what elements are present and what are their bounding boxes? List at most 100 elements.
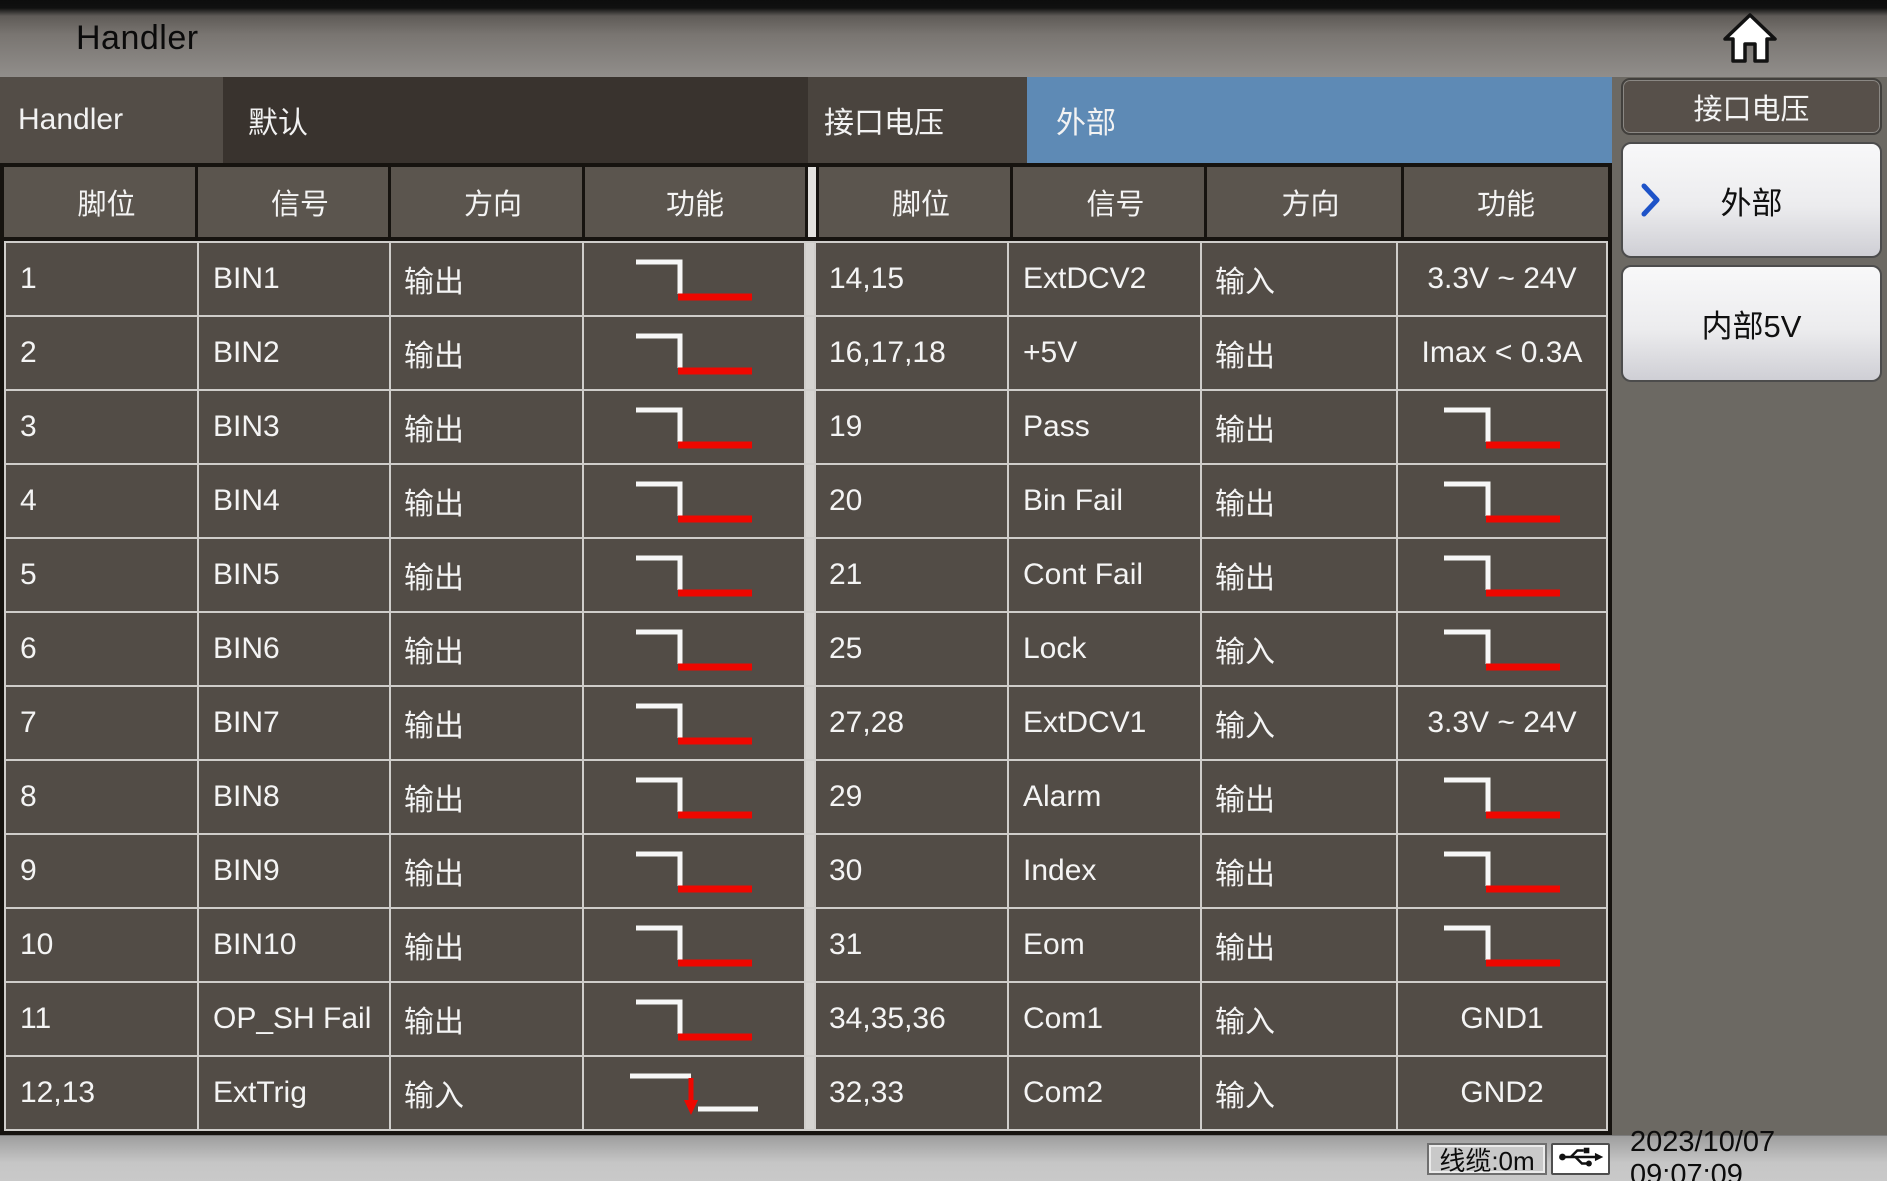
active-low-waveform-icon <box>1438 625 1566 673</box>
function-cell: GND2 <box>1398 1057 1606 1129</box>
direction-cell: 输入 <box>1202 243 1396 315</box>
column-header-direction: 方向 <box>391 167 582 237</box>
title-bar: Handler <box>0 0 1887 77</box>
pin-cell: 4 <box>6 465 197 537</box>
function-cell <box>584 983 804 1055</box>
active-low-waveform-icon <box>1438 921 1566 969</box>
pin-cell: 32,33 <box>816 1057 1007 1129</box>
function-cell <box>584 835 804 907</box>
direction-cell: 输出 <box>391 391 582 463</box>
pin-cell: 31 <box>816 909 1007 981</box>
direction-cell: 输入 <box>391 1057 582 1129</box>
sidebar-button-internal-5v[interactable]: 内部5V <box>1621 265 1882 382</box>
direction-cell: 输出 <box>1202 539 1396 611</box>
pin-cell: 7 <box>6 687 197 759</box>
column-header-signal: 信号 <box>198 167 388 237</box>
function-cell <box>584 761 804 833</box>
column-header-function: 功能 <box>585 167 805 237</box>
direction-cell: 输入 <box>1202 687 1396 759</box>
sidebar-button-label: 内部5V <box>1702 301 1802 346</box>
table-half-divider <box>806 835 814 907</box>
signal-cell: BIN10 <box>199 909 389 981</box>
direction-cell: 输出 <box>391 909 582 981</box>
signal-cell: Com1 <box>1009 983 1200 1055</box>
direction-cell: 输入 <box>1202 613 1396 685</box>
pin-cell: 11 <box>6 983 197 1055</box>
signal-cell: BIN5 <box>199 539 389 611</box>
sidebar-button-external[interactable]: 外部 <box>1621 142 1882 258</box>
pin-cell: 6 <box>6 613 197 685</box>
active-low-waveform-icon <box>630 773 758 821</box>
direction-cell: 输出 <box>391 243 582 315</box>
interface-voltage-label: 接口电压 <box>808 77 1027 163</box>
signal-cell: Eom <box>1009 909 1200 981</box>
direction-cell: 输出 <box>391 983 582 1055</box>
pin-cell: 16,17,18 <box>816 317 1007 389</box>
direction-cell: 输出 <box>1202 761 1396 833</box>
active-low-waveform-icon <box>630 255 758 303</box>
signal-cell: BIN6 <box>199 613 389 685</box>
table-half-divider <box>806 761 814 833</box>
pin-cell: 21 <box>816 539 1007 611</box>
table-body: 1BIN1输出14,15ExtDCV2输入3.3V ~ 24V2BIN2输出16… <box>4 241 1608 1131</box>
direction-cell: 输出 <box>1202 317 1396 389</box>
table-half-divider <box>806 317 814 389</box>
active-low-waveform-icon <box>630 995 758 1043</box>
direction-cell: 输出 <box>391 465 582 537</box>
function-cell <box>584 391 804 463</box>
function-cell <box>584 1057 804 1129</box>
handler-pin-table: 脚位 信号 方向 功能 脚位 信号 方向 功能 1BIN1输出14,15ExtD… <box>0 163 1612 1135</box>
direction-cell: 输出 <box>391 761 582 833</box>
signal-cell: Com2 <box>1009 1057 1200 1129</box>
table-row: 4BIN4输出20Bin Fail输出 <box>6 465 1606 537</box>
column-header-function: 功能 <box>1404 167 1608 237</box>
direction-cell: 输入 <box>1202 983 1396 1055</box>
table-row: 1BIN1输出14,15ExtDCV2输入3.3V ~ 24V <box>6 243 1606 315</box>
signal-cell: BIN8 <box>199 761 389 833</box>
function-cell <box>584 243 804 315</box>
signal-cell: Bin Fail <box>1009 465 1200 537</box>
pin-cell: 2 <box>6 317 197 389</box>
interface-voltage-value[interactable]: 外部 <box>1027 77 1612 163</box>
column-header-direction: 方向 <box>1207 167 1401 237</box>
function-cell <box>584 317 804 389</box>
chevron-right-icon <box>1639 182 1663 218</box>
active-low-waveform-icon <box>630 921 758 969</box>
handler-screen: Handler Handler 默认 接口电压 外部 接口电压 外部 内部 <box>0 0 1887 1181</box>
table-half-divider <box>806 909 814 981</box>
signal-cell: BIN1 <box>199 243 389 315</box>
cable-length-indicator: 线缆:0m <box>1427 1143 1547 1175</box>
active-low-waveform-icon <box>630 403 758 451</box>
signal-cell: Lock <box>1009 613 1200 685</box>
function-cell: Imax < 0.3A <box>1398 317 1606 389</box>
function-cell <box>584 909 804 981</box>
active-low-waveform-icon <box>1438 477 1566 525</box>
home-button[interactable] <box>1720 10 1780 70</box>
pin-cell: 8 <box>6 761 197 833</box>
direction-cell: 输出 <box>391 613 582 685</box>
handler-mode-value[interactable]: 默认 <box>223 77 808 163</box>
page-title: Handler <box>0 19 199 58</box>
signal-cell: BIN3 <box>199 391 389 463</box>
signal-cell: +5V <box>1009 317 1200 389</box>
pin-cell: 5 <box>6 539 197 611</box>
signal-cell: Index <box>1009 835 1200 907</box>
active-low-waveform-icon <box>630 847 758 895</box>
active-low-waveform-icon <box>630 551 758 599</box>
column-header-pin: 脚位 <box>4 167 195 237</box>
signal-cell: BIN7 <box>199 687 389 759</box>
signal-cell: BIN9 <box>199 835 389 907</box>
signal-cell: ExtDCV1 <box>1009 687 1200 759</box>
sidebar-header: 接口电压 <box>1621 78 1882 135</box>
function-cell <box>1398 613 1606 685</box>
active-low-waveform-icon <box>1438 847 1566 895</box>
pin-cell: 10 <box>6 909 197 981</box>
signal-cell: Pass <box>1009 391 1200 463</box>
direction-cell: 输出 <box>1202 465 1396 537</box>
direction-cell: 输出 <box>391 317 582 389</box>
pin-cell: 25 <box>816 613 1007 685</box>
function-cell <box>1398 909 1606 981</box>
function-cell <box>584 687 804 759</box>
signal-cell: ExtDCV2 <box>1009 243 1200 315</box>
direction-cell: 输出 <box>1202 391 1396 463</box>
